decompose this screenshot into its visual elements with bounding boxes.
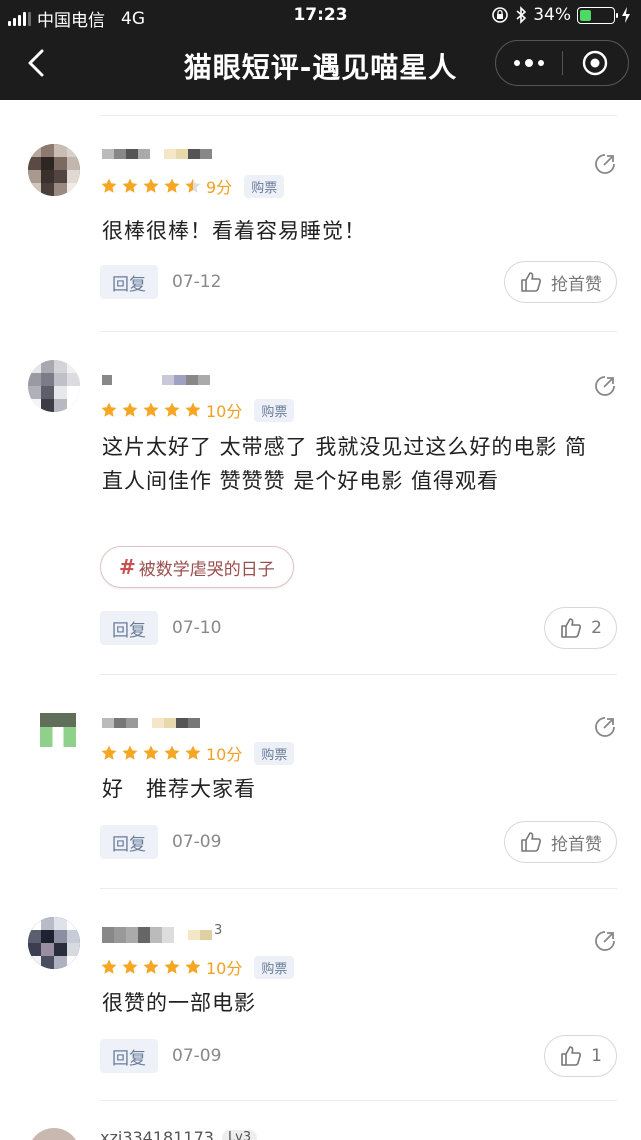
share-icon[interactable]: [593, 929, 617, 953]
score-label: 9分: [206, 178, 233, 197]
avatar[interactable]: [28, 917, 80, 969]
reply-button[interactable]: 回复: [100, 265, 158, 299]
bluetooth-icon: [516, 6, 527, 24]
close-miniprogram-icon[interactable]: [563, 41, 629, 85]
topic-tag-label: 被数学虐哭的日子: [138, 559, 275, 580]
avatar[interactable]: [40, 713, 76, 747]
star-icon: [164, 402, 180, 417]
share-icon[interactable]: [593, 715, 617, 739]
star-icon: [143, 745, 159, 760]
review-date: 07-12: [172, 272, 222, 292]
review-text: 好 推荐大家看: [102, 777, 256, 801]
username-blurred: [102, 372, 210, 388]
star-icon: [143, 178, 159, 193]
review-list: 9分 购票 很棒很棒！看着容易睡觉！ 回复 07-12 抢首赞 10分 购票 这…: [0, 100, 641, 1101]
avatar[interactable]: [28, 360, 80, 412]
star-icon: [164, 745, 180, 760]
like-button[interactable]: 1: [544, 1035, 617, 1077]
like-button[interactable]: 抢首赞: [504, 261, 617, 303]
like-count: 2: [591, 618, 602, 638]
nav-bar: 猫眼短评-遇见喵星人: [0, 32, 641, 100]
like-button[interactable]: 2: [544, 607, 617, 649]
review-item: 9分 购票 很棒很棒！看着容易睡觉！ 回复 07-12 抢首赞: [28, 116, 617, 332]
star-icon: [101, 178, 117, 193]
star-icon: [101, 402, 117, 417]
star-icon: [143, 959, 159, 974]
review-item: 10分 购票 好 推荐大家看 回复 07-09 抢首赞: [40, 675, 617, 889]
rating-stars: [100, 401, 202, 419]
star-icon: [185, 402, 201, 417]
like-button[interactable]: 抢首赞: [504, 821, 617, 863]
thumbs-up-icon: [561, 1046, 582, 1066]
purchased-badge: 购票: [254, 955, 295, 979]
star-icon: [122, 959, 138, 974]
like-count: 1: [591, 1046, 602, 1066]
orientation-lock-icon: [492, 7, 509, 23]
username: xzj334181173: [100, 1128, 214, 1140]
star-icon: [185, 178, 201, 193]
review-date: 07-10: [172, 618, 222, 638]
charging-icon: [622, 7, 630, 23]
reply-button[interactable]: 回复: [100, 611, 158, 645]
review-text: 很赞的一部电影: [102, 991, 256, 1015]
username-blurred: [102, 715, 200, 731]
username-blurred: [102, 146, 212, 162]
share-icon[interactable]: [593, 374, 617, 398]
avatar[interactable]: [28, 144, 80, 196]
reply-button[interactable]: 回复: [100, 1039, 158, 1073]
user-level: 3: [214, 922, 223, 938]
score-label: 10分: [206, 959, 243, 978]
star-icon: [122, 178, 138, 193]
status-bar: 中国电信 4G 17:23 34%: [0, 0, 641, 32]
score-label: 10分: [206, 745, 243, 764]
score-label: 10分: [206, 402, 243, 421]
reply-button[interactable]: 回复: [100, 825, 158, 859]
like-label: 抢首赞: [551, 834, 602, 855]
purchased-badge: 购票: [244, 174, 285, 198]
review-text: 这片太好了 太带感了 我就没见过这么好的电影 简直人间佳作 赞赞赞 是个好电影 …: [102, 435, 588, 493]
star-icon: [164, 178, 180, 193]
star-icon: [122, 745, 138, 760]
thumbs-up-icon: [561, 618, 582, 638]
review-item: 10分 购票 这片太好了 太带感了 我就没见过这么好的电影 简直人间佳作 赞赞赞…: [28, 332, 617, 675]
share-icon[interactable]: [593, 152, 617, 176]
rating-stars: [100, 744, 202, 762]
review-text: 很棒很棒！看着容易睡觉！: [102, 219, 366, 243]
review-item: 3 10分 购票 很赞的一部电影 回复 07-09 1: [28, 889, 617, 1101]
thumbs-up-icon: [521, 832, 541, 852]
thumbs-up-icon: [521, 272, 541, 292]
user-level-badge: Lv3: [221, 1130, 258, 1140]
star-icon: [185, 745, 201, 760]
star-icon: [122, 402, 138, 417]
username-blurred: 3: [102, 923, 222, 943]
topic-tag[interactable]: # 被数学虐哭的日子: [100, 546, 294, 588]
star-icon: [101, 959, 117, 974]
review-date: 07-09: [172, 832, 222, 852]
purchased-badge: 购票: [254, 741, 295, 765]
like-label: 抢首赞: [551, 274, 602, 295]
star-icon: [101, 745, 117, 760]
review-date: 07-09: [172, 1046, 222, 1066]
star-icon: [143, 402, 159, 417]
miniprogram-capsule: [495, 40, 629, 86]
rating-stars: [100, 177, 202, 195]
star-icon: [185, 959, 201, 974]
rating-stars: [100, 958, 202, 976]
more-menu-icon[interactable]: [496, 41, 562, 85]
next-review-header: xzj334181173 Lv3: [100, 1128, 258, 1140]
star-icon: [164, 959, 180, 974]
purchased-badge: 购票: [254, 398, 295, 422]
avatar[interactable]: [28, 1128, 80, 1140]
battery-percent: 34%: [533, 5, 571, 25]
battery-icon: [577, 6, 618, 24]
